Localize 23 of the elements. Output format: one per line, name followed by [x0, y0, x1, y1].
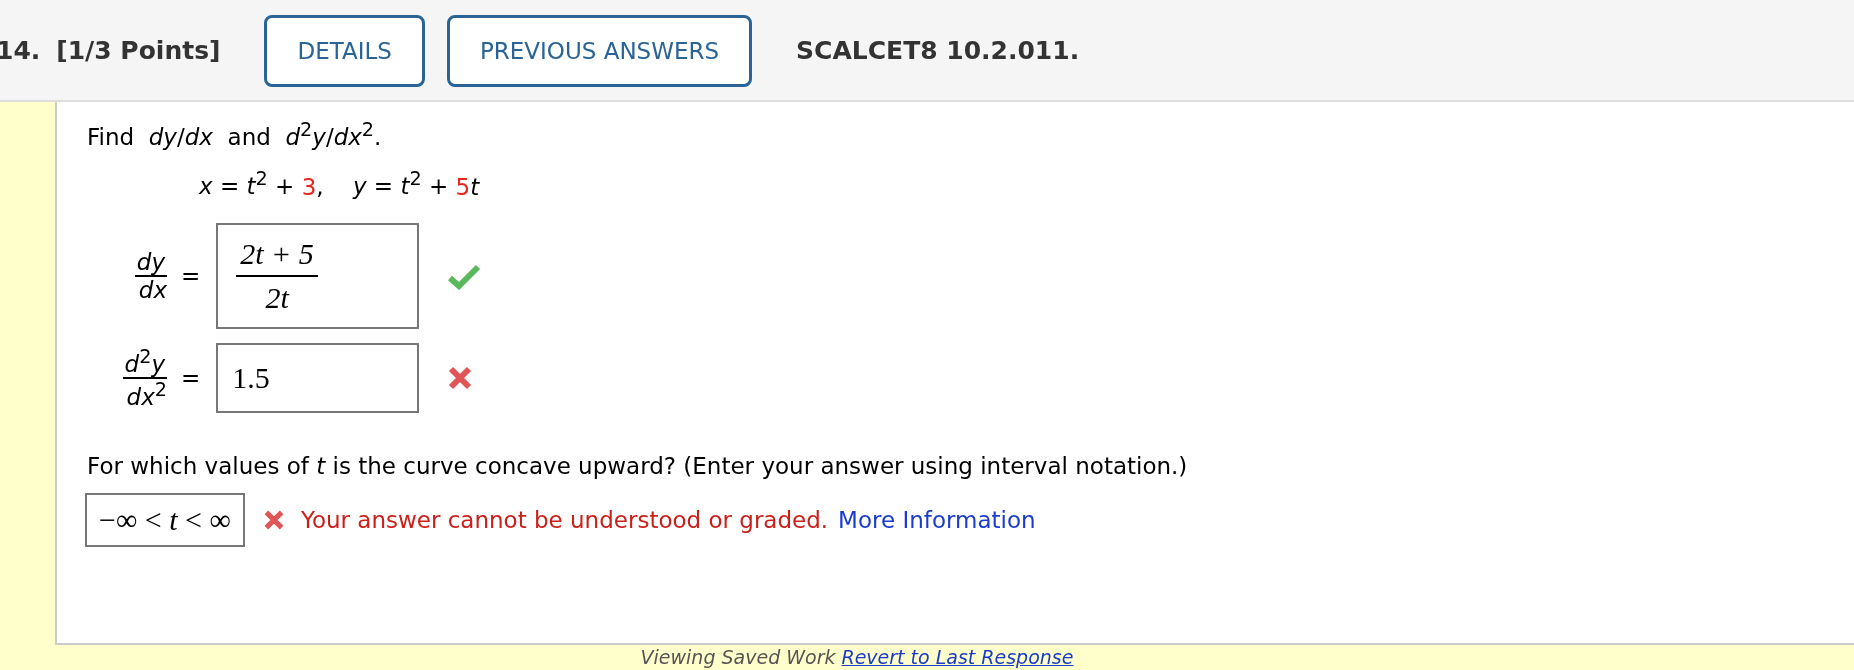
question-prompt: For which values of t is the curve concave upward? (Enter your answer using interval notation.) [87, 453, 1189, 480]
derivative-label: dx [138, 277, 167, 304]
header-button[interactable]: PREVIOUS ANSWERS [446, 15, 753, 87]
problem-code: SCALCET8 10.2.011. [796, 35, 1080, 65]
answer-numerator: 2t + 5 [236, 237, 318, 278]
status-text: Viewing Saved Work [640, 646, 836, 668]
answer-denominator: 2t [265, 280, 289, 316]
derivative-label: dy [134, 248, 167, 278]
answer-value: 1.5 [232, 361, 270, 396]
equation: x = t$^{2}$ + 3, y = t$^{2}$ + 5t [199, 167, 481, 200]
header-button[interactable]: DETAILS [264, 15, 425, 87]
equals-sign: = [181, 263, 201, 290]
answer-box[interactable]: 1.5 [216, 343, 420, 414]
equals-sign: = [181, 365, 201, 392]
more-information-link[interactable]: More Information [838, 507, 1036, 534]
revert-link[interactable]: Revert to Last Response [841, 646, 1074, 668]
derivative-label: dx$^{2}$ [126, 379, 167, 411]
answer-box[interactable]: 2t + 5 2t [216, 223, 420, 330]
feedback-message: Your answer cannot be understood or graded. [300, 507, 829, 534]
derivative-label: d$^{2}$y [122, 346, 167, 380]
points-label: [1/3 Points] [56, 35, 221, 65]
answer-box[interactable]: −∞ < t < ∞ [85, 493, 245, 548]
question-prompt: Find dy/dx and d$^{2}$y/dx$^{2}$. [87, 118, 383, 150]
